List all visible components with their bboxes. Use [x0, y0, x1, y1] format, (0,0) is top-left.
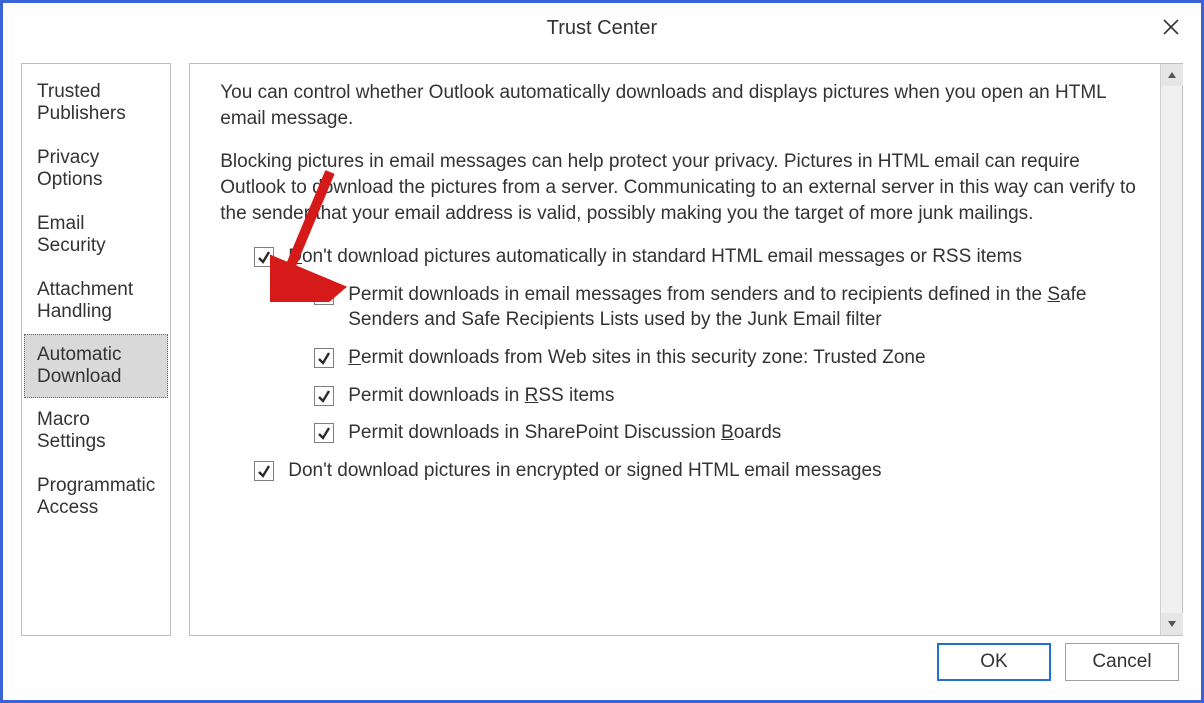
sidebar-item-attachment-handling[interactable]: Attachment Handling: [22, 268, 170, 334]
chevron-up-icon: [1167, 70, 1177, 80]
option-label: Don't download pictures in encrypted or …: [288, 458, 1140, 484]
sidebar-item-trusted-publishers[interactable]: Trusted Publishers: [22, 70, 170, 136]
content-pane: You can control whether Outlook automati…: [190, 64, 1160, 635]
dialog-window: Trust Center Trusted Publishers Privacy O…: [0, 0, 1204, 703]
window-title: Trust Center: [547, 17, 657, 40]
scroll-down-button[interactable]: [1161, 613, 1183, 635]
option-row: Permit downloads in email messages from …: [314, 282, 1140, 333]
sidebar-item-label: Privacy Options: [37, 147, 102, 190]
sidebar-item-label: Attachment Handling: [37, 279, 133, 322]
close-button[interactable]: [1151, 7, 1191, 47]
option-row: Permit downloads in RSS items: [314, 383, 1140, 409]
content-wrapper: You can control whether Outlook automati…: [189, 63, 1183, 636]
title-bar: Trust Center: [3, 3, 1201, 53]
close-icon: [1162, 18, 1180, 36]
option-row: Don't download pictures in encrypted or …: [254, 458, 1140, 484]
chevron-down-icon: [1167, 619, 1177, 629]
sidebar-item-automatic-download[interactable]: Automatic Download: [24, 334, 168, 398]
checkbox[interactable]: [314, 423, 334, 443]
checkbox[interactable]: [314, 348, 334, 368]
sidebar-item-label: Macro Settings: [37, 409, 106, 452]
ok-button[interactable]: OK: [937, 643, 1051, 681]
checkbox[interactable]: [314, 285, 334, 305]
scrollbar-vertical[interactable]: [1160, 64, 1182, 635]
cancel-button[interactable]: Cancel: [1065, 643, 1179, 681]
dialog-footer: OK Cancel: [3, 636, 1201, 700]
option-row: Permit downloads in SharePoint Discussio…: [314, 420, 1140, 446]
option-label: Permit downloads from Web sites in this …: [348, 345, 1140, 371]
option-label: Permit downloads in SharePoint Discussio…: [348, 420, 1140, 446]
intro-paragraph-2: Blocking pictures in email messages can …: [220, 149, 1140, 226]
option-label: Permit downloads in RSS items: [348, 383, 1140, 409]
sidebar-item-label: Trusted Publishers: [37, 81, 126, 124]
scroll-up-button[interactable]: [1161, 64, 1183, 86]
sidebar-item-macro-settings[interactable]: Macro Settings: [22, 398, 170, 464]
intro-paragraph-1: You can control whether Outlook automati…: [220, 80, 1140, 131]
sidebar-item-email-security[interactable]: Email Security: [22, 202, 170, 268]
category-sidebar: Trusted Publishers Privacy Options Email S…: [21, 63, 171, 636]
sidebar-item-label: Programmatic Access: [37, 475, 155, 518]
sidebar-item-programmatic-access[interactable]: Programmatic Access: [22, 464, 170, 530]
option-label: Don't download pictures automatically in…: [288, 244, 1140, 270]
checkbox[interactable]: [254, 461, 274, 481]
option-row: Don't download pictures automatically in…: [254, 244, 1140, 270]
checkbox[interactable]: [314, 386, 334, 406]
option-row: Permit downloads from Web sites in this …: [314, 345, 1140, 371]
checkbox[interactable]: [254, 247, 274, 267]
sidebar-item-privacy-options[interactable]: Privacy Options: [22, 136, 170, 202]
sidebar-item-label: Email Security: [37, 213, 106, 256]
scrollbar-track[interactable]: [1161, 86, 1182, 613]
sidebar-item-label: Automatic Download: [37, 344, 122, 387]
dialog-body: Trusted Publishers Privacy Options Email S…: [3, 53, 1201, 636]
options-group: Don't download pictures automatically in…: [254, 244, 1140, 483]
option-label: Permit downloads in email messages from …: [348, 282, 1140, 333]
